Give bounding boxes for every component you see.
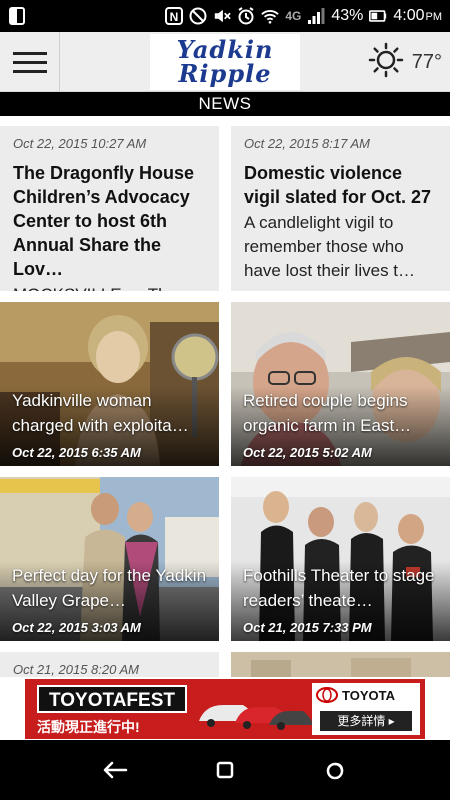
article-date: Oct 22, 2015 5:02 AM — [243, 445, 372, 460]
article-date: Oct 22, 2015 3:03 AM — [12, 620, 141, 635]
section-title: NEWS — [0, 92, 450, 116]
ad-cta-box[interactable]: TOYOTA 更多詳情 ▸ — [312, 683, 420, 735]
recents-icon — [326, 762, 344, 780]
article-title: The Dragonfly House Children’s Advocacy … — [13, 163, 195, 279]
article-title: Retired couple begins organic farm in Ea… — [243, 391, 412, 435]
back-icon — [103, 761, 128, 779]
mute-icon — [213, 7, 232, 25]
battery-icon — [369, 7, 387, 25]
home-icon — [216, 761, 234, 779]
article-title: Yadkinville woman charged with exploita… — [12, 391, 189, 435]
article-card[interactable]: Foothills Theater to stage readers’ thea… — [231, 477, 450, 641]
hamburger-menu-button[interactable] — [0, 32, 60, 92]
article-date: Oct 22, 2015 10:27 AM — [13, 136, 147, 151]
system-nav-bar — [0, 740, 450, 800]
article-title: Perfect day for the Yadkin Valley Grape… — [12, 566, 207, 610]
article-date: Oct 22, 2015 8:17 AM — [244, 136, 370, 151]
article-title: Foothills Theater to stage readers’ thea… — [243, 566, 435, 610]
article-date: Oct 21, 2015 7:33 PM — [243, 620, 372, 635]
menu-icon-line — [12, 69, 47, 73]
ad-creative[interactable]: TOYOTAFEST 活動現正進行中! TOYOTA 更多詳情 ▸ — [25, 679, 425, 739]
svg-text:N: N — [170, 10, 179, 24]
article-card[interactable]: Perfect day for the Yadkin Valley Grape…… — [0, 477, 219, 641]
clock-time: 4:00 — [393, 7, 425, 24]
ad-cars-image — [195, 693, 313, 736]
ad-brand: TOYOTAFEST — [37, 685, 187, 713]
article-card[interactable]: Yadkinville woman charged with exploita…… — [0, 302, 219, 466]
status-bar: N 4G 43% 4:00PM — [0, 0, 450, 32]
weather-temperature: 77° — [411, 50, 442, 73]
clock-ampm: PM — [425, 11, 443, 23]
wifi-icon — [261, 7, 280, 25]
article-excerpt: MOCKSVILLE — The… — [13, 283, 209, 291]
ad-more-button[interactable]: 更多詳情 ▸ — [320, 711, 412, 731]
battery-percent: 43% — [331, 7, 364, 24]
logo-line-2: Ripple — [178, 59, 272, 88]
article-title: Domestic violence vigil slated for Oct. … — [244, 163, 432, 207]
article-card[interactable]: Retired couple begins organic farm in Ea… — [231, 302, 450, 466]
screen-mirror-icon — [8, 7, 26, 25]
toyota-logo: TOYOTA — [316, 687, 395, 703]
sun-icon — [368, 42, 404, 83]
recents-button[interactable] — [315, 750, 355, 790]
news-feed[interactable]: Oct 22, 2015 10:27 AM The Dragonfly Hous… — [0, 116, 450, 740]
ad-banner[interactable]: TOYOTAFEST 活動現正進行中! TOYOTA 更多詳情 ▸ — [0, 677, 450, 740]
alarm-icon — [237, 7, 255, 25]
home-button[interactable] — [205, 750, 245, 790]
app-logo[interactable]: Yadkin Ripple — [150, 34, 300, 90]
toyota-logo-text: TOYOTA — [342, 687, 395, 703]
nfc-icon: N — [165, 7, 184, 25]
article-card[interactable]: Oct 22, 2015 8:17 AM Domestic violence v… — [231, 126, 450, 291]
article-date: Oct 22, 2015 6:35 AM — [12, 445, 141, 460]
article-card[interactable]: Oct 22, 2015 10:27 AM The Dragonfly Hous… — [0, 126, 219, 291]
back-button[interactable] — [95, 750, 135, 790]
signal-icon — [307, 7, 325, 25]
article-excerpt: A candlelight vigil to remember those wh… — [244, 213, 416, 280]
menu-icon-line — [12, 60, 47, 64]
weather-widget[interactable]: 77° — [368, 32, 442, 92]
article-date: Oct 21, 2015 8:20 AM — [13, 662, 139, 677]
do-not-disturb-icon — [189, 7, 207, 25]
ad-subtitle: 活動現正進行中! — [37, 719, 140, 735]
menu-icon-line — [12, 51, 47, 55]
network-type: 4G — [285, 9, 302, 23]
app-bar: Yadkin Ripple 77° — [0, 32, 450, 92]
